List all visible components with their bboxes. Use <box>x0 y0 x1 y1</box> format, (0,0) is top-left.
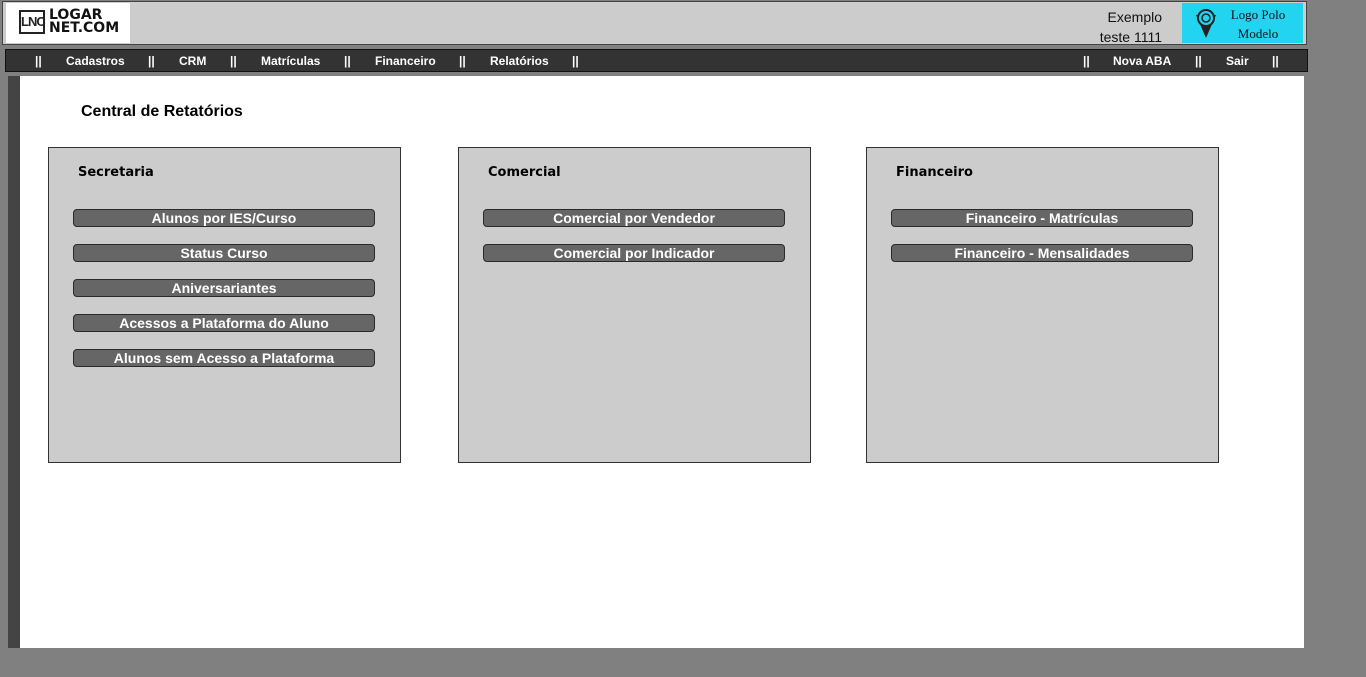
menu-separator: || <box>1272 54 1279 68</box>
report-aniversariantes-button[interactable]: Aniversariantes <box>73 279 375 297</box>
panel-comercial: Comercial Comercial por Vendedor Comerci… <box>458 147 811 463</box>
left-edge-bar <box>8 76 20 648</box>
report-status-curso-button[interactable]: Status Curso <box>73 244 375 262</box>
report-alunos-por-ies-curso-button[interactable]: Alunos por IES/Curso <box>73 209 375 227</box>
report-comercial-por-indicador-button[interactable]: Comercial por Indicador <box>483 244 785 262</box>
report-financeiro-mensalidades-button[interactable]: Financeiro - Mensalidades <box>891 244 1193 262</box>
menu-separator: || <box>459 54 466 68</box>
user-name: Exemplo <box>1107 9 1162 25</box>
logarnet-logo[interactable]: LNC LOGAR NET.COM <box>6 3 130 43</box>
menu-separator: || <box>1083 54 1090 68</box>
page-title: Central de Retatórios <box>81 103 243 120</box>
user-info: Exemplo teste 1111 <box>1100 7 1162 47</box>
menu-item-financeiro[interactable]: Financeiro <box>375 50 436 72</box>
menu-item-cadastros[interactable]: Cadastros <box>66 50 125 72</box>
panel-financeiro: Financeiro Financeiro - Matrículas Finan… <box>866 147 1219 463</box>
user-detail: teste 1111 <box>1099 29 1162 45</box>
main-content: Central de Retatórios Secretaria Alunos … <box>20 76 1304 648</box>
menu-separator: || <box>572 54 579 68</box>
panel-secretaria: Secretaria Alunos por IES/Curso Status C… <box>48 147 401 463</box>
main-menu-bar: || Cadastros || CRM || Matrículas || Fin… <box>5 49 1308 72</box>
polo-label-line-1: Logo Polo <box>1230 7 1286 22</box>
report-comercial-por-vendedor-button[interactable]: Comercial por Vendedor <box>483 209 785 227</box>
menu-item-crm[interactable]: CRM <box>179 50 206 72</box>
report-alunos-sem-acesso-button[interactable]: Alunos sem Acesso a Plataforma <box>73 349 375 367</box>
logo-wordmark: LOGAR NET.COM <box>49 8 120 36</box>
menu-item-matriculas[interactable]: Matrículas <box>261 50 320 72</box>
report-financeiro-matriculas-button[interactable]: Financeiro - Matrículas <box>891 209 1193 227</box>
polo-logo: Logo Polo Modelo <box>1182 3 1303 43</box>
menu-item-sair[interactable]: Sair <box>1226 50 1249 72</box>
polo-label-line-2: Modelo <box>1237 26 1279 41</box>
menu-separator: || <box>344 54 351 68</box>
menu-separator: || <box>1195 54 1202 68</box>
menu-separator: || <box>35 54 42 68</box>
menu-separator: || <box>148 54 155 68</box>
report-acessos-plataforma-button[interactable]: Acessos a Plataforma do Aluno <box>73 314 375 332</box>
menu-item-nova-aba[interactable]: Nova ABA <box>1113 50 1171 72</box>
lnc-logo-mark: LNC <box>19 10 46 34</box>
panel-title: Comercial <box>488 165 561 180</box>
panel-title: Financeiro <box>896 165 973 180</box>
menu-separator: || <box>230 54 237 68</box>
top-header: LNC LOGAR NET.COM Exemplo teste 1111 Log… <box>2 1 1307 45</box>
polo-shield-icon <box>1196 9 1216 38</box>
polo-label: Logo Polo Modelo <box>1218 5 1298 43</box>
menu-item-relatorios[interactable]: Relatórios <box>490 50 549 72</box>
panel-title: Secretaria <box>78 165 154 180</box>
logo-line-2: NET.COM <box>49 20 120 36</box>
